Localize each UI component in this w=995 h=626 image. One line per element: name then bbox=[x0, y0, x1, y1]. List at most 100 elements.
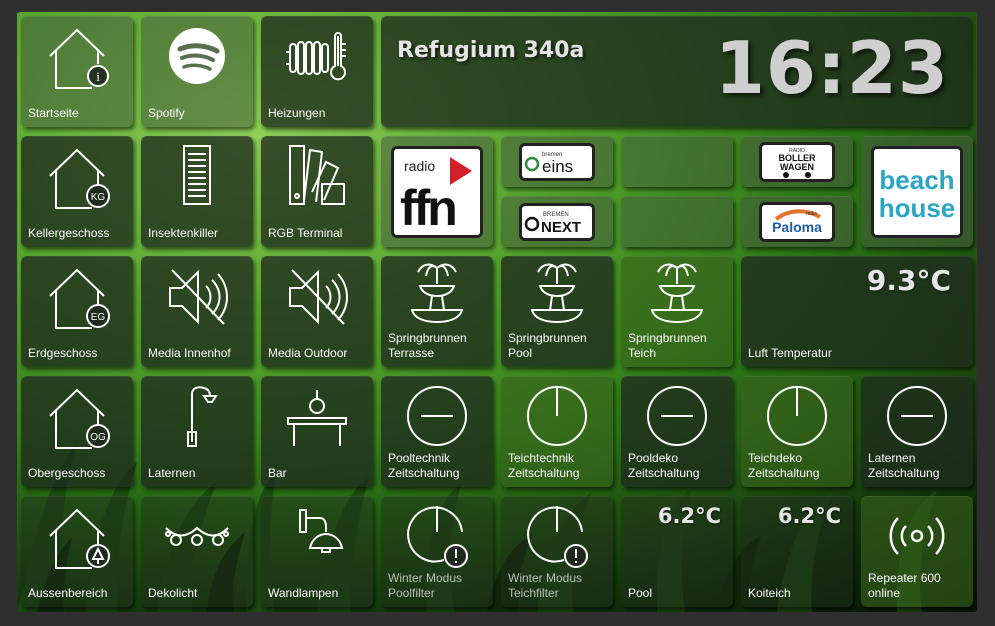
radio-ffn-logo: radio ffn bbox=[394, 148, 480, 236]
tile-label: Teichtechnik Zeitschaltung bbox=[508, 451, 580, 480]
tile-dekolicht[interactable]: Dekolicht bbox=[141, 496, 253, 607]
tile-teichtechnik[interactable]: Teichtechnik Zeitschaltung bbox=[501, 376, 613, 487]
svg-text:eins: eins bbox=[542, 157, 573, 176]
radio-bremen-next-logo: BREMEN NEXT bbox=[522, 205, 592, 238]
timer-off-icon bbox=[402, 382, 472, 452]
tile-erdgeschoss[interactable]: EG Erdgeschoss bbox=[21, 256, 133, 367]
timer-off-icon bbox=[642, 382, 712, 452]
tile-pooldeko[interactable]: Pooldeko Zeitschaltung bbox=[621, 376, 733, 487]
tile-wandlampen[interactable]: Wandlampen bbox=[261, 496, 373, 607]
tile-label: Springbrunnen Pool bbox=[508, 331, 587, 360]
header-tile: Refugium 340a 16:23 bbox=[381, 16, 971, 127]
radio-empty-tile-1[interactable] bbox=[621, 136, 733, 187]
spotify-icon bbox=[162, 22, 232, 92]
tile-kellergeschoss[interactable]: KG Kellergeschoss bbox=[21, 136, 133, 247]
tile-label: Winter Modus Teichfilter bbox=[508, 571, 583, 600]
svg-text:house: house bbox=[879, 193, 956, 223]
svg-text:KG: KG bbox=[91, 192, 106, 203]
svg-text:ffn: ffn bbox=[400, 180, 455, 235]
radio-beach-house-logo: beach house bbox=[874, 148, 960, 235]
svg-text:i: i bbox=[96, 69, 100, 84]
tile-rgb-terminal[interactable]: RGB Terminal bbox=[261, 136, 373, 247]
radio-beach-house-tile[interactable]: beach house bbox=[861, 136, 973, 247]
wifi-signal-icon bbox=[882, 502, 952, 572]
tile-label: Koiteich bbox=[748, 586, 791, 600]
power-warning-icon bbox=[402, 502, 472, 572]
fountain-icon bbox=[522, 258, 592, 328]
tile-insektenkiller[interactable]: Insektenkiller bbox=[141, 136, 253, 247]
dashboard-panel: i Startseite Spotify Heizungen Refugium … bbox=[17, 12, 977, 612]
speaker-mute-icon bbox=[282, 262, 352, 332]
tile-label: Teichdeko Zeitschaltung bbox=[748, 451, 820, 480]
tile-media-outdoor[interactable]: Media Outdoor bbox=[261, 256, 373, 367]
tile-springbrunnen-pool[interactable]: Springbrunnen Pool bbox=[501, 256, 613, 367]
radio-ffn-tile[interactable]: radio ffn bbox=[381, 136, 493, 247]
svg-text:NEXT: NEXT bbox=[541, 219, 581, 236]
bug-zapper-icon bbox=[162, 142, 232, 212]
tile-label: Dekolicht bbox=[148, 586, 198, 600]
tile-laternen[interactable]: Laternen bbox=[141, 376, 253, 487]
tile-label: Springbrunnen Teich bbox=[628, 331, 707, 360]
radio-bremen-next-tile[interactable]: BREMEN NEXT bbox=[501, 196, 613, 247]
radio-bremen-eins-logo: bremen eins bbox=[522, 145, 592, 178]
fountain-icon bbox=[642, 258, 712, 328]
tile-aussenbereich[interactable]: Aussenbereich bbox=[21, 496, 133, 607]
temperature-value: 9.3°C bbox=[866, 264, 951, 297]
tile-label: Obergeschoss bbox=[28, 466, 106, 480]
svg-text:BREMEN: BREMEN bbox=[543, 212, 569, 218]
tile-heizungen[interactable]: Heizungen bbox=[261, 16, 373, 127]
tile-bar[interactable]: Bar bbox=[261, 376, 373, 487]
tile-winter-teichfilter[interactable]: Winter Modus Teichfilter bbox=[501, 496, 613, 607]
tile-laternen-zeitschaltung[interactable]: Laternen Zeitschaltung bbox=[861, 376, 973, 487]
tile-winter-poolfilter[interactable]: Winter Modus Poolfilter bbox=[381, 496, 493, 607]
radio-bremen-eins-tile[interactable]: bremen eins bbox=[501, 136, 613, 187]
tile-label: Media Outdoor bbox=[268, 346, 348, 360]
tile-startseite[interactable]: i Startseite bbox=[21, 16, 133, 127]
tile-springbrunnen-teich[interactable]: Springbrunnen Teich bbox=[621, 256, 733, 367]
tile-springbrunnen-terrasse[interactable]: Springbrunnen Terrasse bbox=[381, 256, 493, 367]
tile-koiteich-temperature[interactable]: 6.2°C Koiteich bbox=[741, 496, 853, 607]
radio-empty-tile-2[interactable] bbox=[621, 196, 733, 247]
tile-pool-temperature[interactable]: 6.2°C Pool bbox=[621, 496, 733, 607]
tile-label: Spotify bbox=[148, 106, 185, 120]
fountain-icon bbox=[402, 258, 472, 328]
tile-label: Wandlampen bbox=[268, 586, 339, 600]
svg-text:Paloma: Paloma bbox=[772, 219, 822, 235]
home-tree-icon bbox=[42, 502, 112, 572]
tile-label: Luft Temperatur bbox=[748, 346, 832, 360]
svg-text:WAGEN: WAGEN bbox=[780, 162, 814, 172]
radio-paloma-tile[interactable]: radio Paloma bbox=[741, 196, 853, 247]
tile-spotify[interactable]: Spotify bbox=[141, 16, 253, 127]
tile-label: Aussenbereich bbox=[28, 586, 108, 600]
svg-text:radio: radio bbox=[404, 158, 435, 174]
radio-boller-wagen-tile[interactable]: RADIO BOLLER WAGEN bbox=[741, 136, 853, 187]
tile-luft-temperatur[interactable]: 9.3°C Luft Temperatur bbox=[741, 256, 973, 367]
tile-label: Media Innenhof bbox=[148, 346, 231, 360]
tile-pooltechnik[interactable]: Pooltechnik Zeitschaltung bbox=[381, 376, 493, 487]
tile-teichdeko[interactable]: Teichdeko Zeitschaltung bbox=[741, 376, 853, 487]
home-info-icon: i bbox=[42, 22, 112, 92]
timer-off-icon bbox=[882, 382, 952, 452]
home-eg-icon: EG bbox=[42, 262, 112, 332]
tile-label: Pool bbox=[628, 586, 653, 600]
color-palette-icon bbox=[282, 142, 352, 212]
svg-text:OG: OG bbox=[90, 432, 106, 443]
string-lights-icon bbox=[162, 502, 232, 572]
tile-repeater[interactable]: Repeater 600 online bbox=[861, 496, 973, 607]
power-warning-icon bbox=[522, 502, 592, 572]
speaker-mute-icon bbox=[162, 262, 232, 332]
tile-media-innenhof[interactable]: Media Innenhof bbox=[141, 256, 253, 367]
tile-label: Heizungen bbox=[268, 106, 326, 120]
tile-label: Pooltechnik Zeitschaltung bbox=[388, 451, 460, 480]
svg-text:EG: EG bbox=[91, 312, 106, 323]
home-kg-icon: KG bbox=[42, 142, 112, 212]
tile-label: Kellergeschoss bbox=[28, 226, 110, 240]
power-icon bbox=[522, 382, 592, 452]
tile-label: Insektenkiller bbox=[148, 226, 219, 240]
svg-text:beach: beach bbox=[879, 165, 954, 195]
tile-label: Erdgeschoss bbox=[28, 346, 98, 360]
radiator-thermometer-icon bbox=[282, 22, 352, 92]
radio-paloma-logo: radio Paloma bbox=[762, 204, 832, 239]
page-title: Refugium 340a bbox=[397, 38, 585, 63]
tile-obergeschoss[interactable]: OG Obergeschoss bbox=[21, 376, 133, 487]
